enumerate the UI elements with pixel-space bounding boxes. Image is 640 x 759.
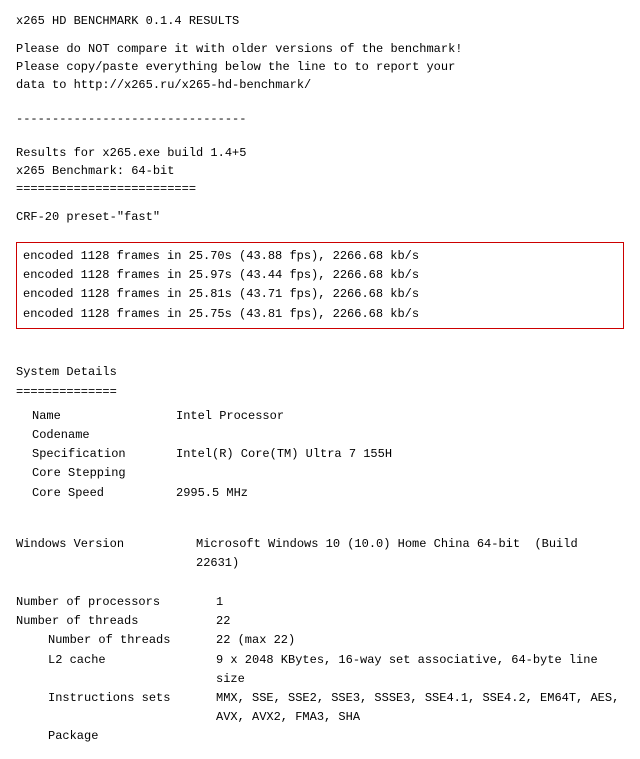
l2-cache-label: L2 cache: [16, 651, 216, 689]
detail-label-core-speed: Core Speed: [16, 484, 176, 503]
encoded-result-2: encoded 1128 frames in 25.81s (43.71 fps…: [23, 285, 617, 304]
intro-line3: data to http://x265.ru/x265-hd-benchmark…: [16, 76, 624, 94]
crf-label: CRF-20 preset-"fast": [16, 208, 624, 226]
detail-value-codename: [176, 426, 624, 445]
num-threads-value: 22: [216, 612, 624, 631]
num-processors-value: 1: [216, 593, 624, 612]
detail-value-name: Intel Processor: [176, 407, 624, 426]
detail-label-codename: Codename: [16, 426, 176, 445]
package-label: Package: [16, 727, 216, 746]
encoded-results-box: encoded 1128 frames in 25.70s (43.88 fps…: [16, 242, 624, 329]
system-details-title: System Details: [16, 363, 624, 381]
l2-cache-row: L2 cache 9 x 2048 KBytes, 16-way set ass…: [16, 651, 624, 689]
intro-line2: Please copy/paste everything below the l…: [16, 58, 624, 76]
encoded-result-1: encoded 1128 frames in 25.97s (43.44 fps…: [23, 266, 617, 285]
build-line1: Results for x265.exe build 1.4+5: [16, 144, 624, 162]
detail-row-core-stepping: Core Stepping: [16, 464, 624, 483]
instructions-value: MMX, SSE, SSE2, SSE3, SSSE3, SSE4.1, SSE…: [216, 689, 624, 727]
encoded-result-0: encoded 1128 frames in 25.70s (43.88 fps…: [23, 247, 617, 266]
num-threads-label: Number of threads: [16, 612, 216, 631]
detail-row-name: Name Intel Processor: [16, 407, 624, 426]
num-threads-row: Number of threads 22: [16, 612, 624, 631]
divider-line: --------------------------------: [16, 110, 624, 128]
detail-value-core-speed: 2995.5 MHz: [176, 484, 624, 503]
build-line3: =========================: [16, 180, 624, 198]
detail-label-specification: Specification: [16, 445, 176, 464]
num-threads-max-row: Number of threads 22 (max 22): [16, 631, 624, 650]
detail-value-core-stepping: [176, 464, 624, 483]
detail-label-core-stepping: Core Stepping: [16, 464, 176, 483]
detail-row-codename: Codename: [16, 426, 624, 445]
detail-label-name: Name: [16, 407, 176, 426]
system-details-section: System Details ============== Name Intel…: [16, 363, 624, 503]
intro-line1: Please do NOT compare it with older vers…: [16, 40, 624, 58]
instructions-row: Instructions sets MMX, SSE, SSE2, SSE3, …: [16, 689, 624, 727]
instructions-label: Instructions sets: [16, 689, 216, 727]
main-content: x265 HD BENCHMARK 0.1.4 RESULTS Please d…: [16, 12, 624, 747]
package-value: [216, 727, 624, 746]
build-line2: x265 Benchmark: 64-bit: [16, 162, 624, 180]
system-details-divider: ==============: [16, 383, 624, 401]
processors-section: Number of processors 1 Number of threads…: [16, 593, 624, 747]
num-processors-label: Number of processors: [16, 593, 216, 612]
windows-label: Windows Version: [16, 535, 196, 573]
detail-row-core-speed: Core Speed 2995.5 MHz: [16, 484, 624, 503]
num-processors-row: Number of processors 1: [16, 593, 624, 612]
num-threads-max-label: Number of threads: [16, 631, 216, 650]
windows-row: Windows Version Microsoft Windows 10 (10…: [16, 535, 624, 573]
windows-value: Microsoft Windows 10 (10.0) Home China 6…: [196, 535, 624, 573]
num-threads-max-value: 22 (max 22): [216, 631, 624, 650]
windows-section: Windows Version Microsoft Windows 10 (10…: [16, 535, 624, 573]
l2-cache-value: 9 x 2048 KBytes, 16-way set associative,…: [216, 651, 624, 689]
detail-row-specification: Specification Intel(R) Core(TM) Ultra 7 …: [16, 445, 624, 464]
detail-value-specification: Intel(R) Core(TM) Ultra 7 155H: [176, 445, 624, 464]
page-title: x265 HD BENCHMARK 0.1.4 RESULTS: [16, 12, 624, 30]
encoded-result-3: encoded 1128 frames in 25.75s (43.81 fps…: [23, 305, 617, 324]
package-row: Package: [16, 727, 624, 746]
